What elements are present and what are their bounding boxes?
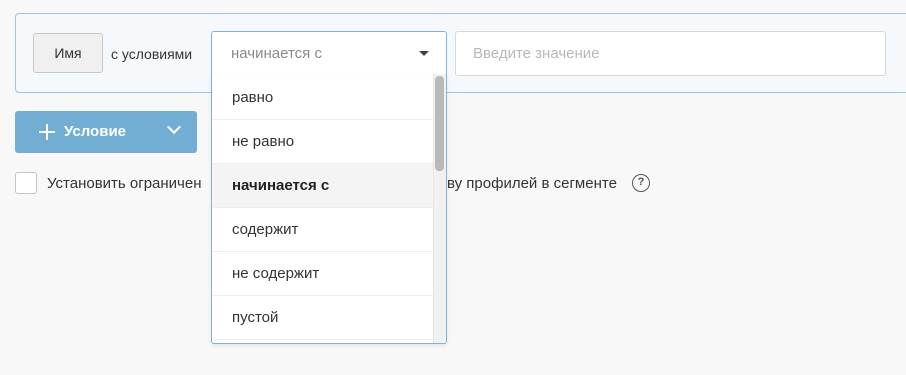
chevron-down-icon: [166, 119, 182, 135]
with-conditions-label: с условиями: [111, 46, 193, 62]
limit-label-end: ву профилей в сегменте: [447, 175, 617, 192]
help-icon[interactable]: ?: [632, 174, 650, 192]
dropdown-scrollbar-thumb[interactable]: [435, 76, 444, 171]
limit-checkbox[interactable]: [15, 172, 37, 194]
add-condition-dropdown-toggle[interactable]: [155, 111, 197, 153]
operator-option[interactable]: пустой: [212, 296, 434, 340]
add-condition-label: Условие: [64, 123, 127, 140]
limit-label-start: Установить ограничен: [47, 175, 202, 192]
operator-option-selected[interactable]: начинается с: [212, 164, 434, 208]
operator-option[interactable]: не содержит: [212, 252, 434, 296]
dropdown-scrollbar[interactable]: [433, 74, 446, 343]
segment-editor: Имя с условиями начинается с Условие Уст…: [0, 0, 906, 375]
operator-dropdown-list: равно не равно начинается с содержит не …: [211, 74, 447, 344]
operator-option[interactable]: содержит: [212, 208, 434, 252]
add-condition-split-button: Условие: [15, 111, 197, 153]
add-condition-button[interactable]: Условие: [15, 111, 155, 153]
caret-down-icon: [419, 51, 429, 56]
operator-select[interactable]: начинается с: [211, 31, 447, 75]
operator-selected-value: начинается с: [231, 45, 322, 62]
plus-icon: [39, 124, 55, 140]
field-chip-name[interactable]: Имя: [33, 33, 103, 73]
operator-option[interactable]: равно: [212, 76, 434, 120]
value-input[interactable]: [455, 31, 886, 76]
operator-option[interactable]: не равно: [212, 120, 434, 164]
